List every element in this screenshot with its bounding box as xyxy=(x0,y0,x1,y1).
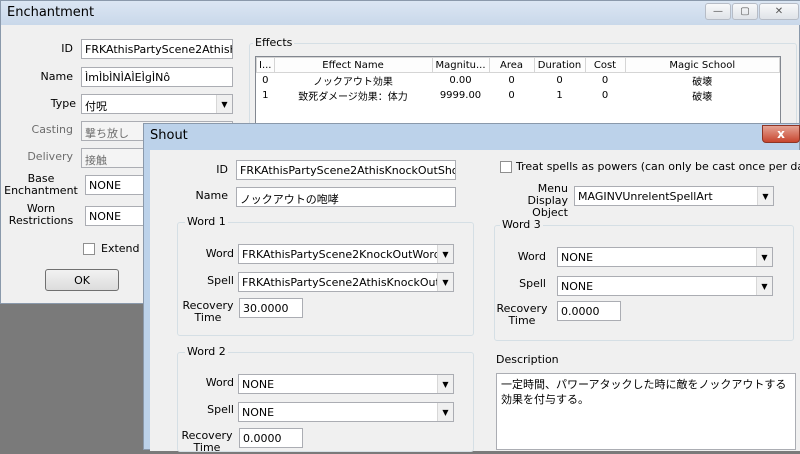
treat-spells-checkbox[interactable] xyxy=(500,161,512,173)
menu-display-label: Menu Display Object xyxy=(527,182,568,219)
word2-spell-select[interactable]: NONE ▼ xyxy=(238,402,454,422)
effect-name: 致死ダメージ効果：体力 xyxy=(298,92,408,103)
effects-table: I... Effect Name Magnitu... Area Duratio… xyxy=(256,57,780,103)
enchantment-name-label: Name xyxy=(40,70,73,83)
enchantment-worn-value: NONE xyxy=(89,210,122,223)
word3-title: Word 3 xyxy=(500,218,543,231)
table-row[interactable]: 0 ノックアウト効果 0.00 0 0 0 破壊 xyxy=(257,73,780,88)
effects-header-row: I... Effect Name Magnitu... Area Duratio… xyxy=(256,57,780,73)
menu-display-select[interactable]: MAGINVUnrelentSpellArt ▼ xyxy=(574,186,774,206)
word2-word-select[interactable]: NONE ▼ xyxy=(238,374,454,394)
word3-recovery-label: Recovery Time xyxy=(496,302,548,327)
shout-id-label: ID xyxy=(216,163,228,176)
effect-cost: 0 xyxy=(601,75,609,86)
word2-recovery-field[interactable]: 0.0000 xyxy=(239,428,303,448)
word2-spell-value: NONE xyxy=(242,406,275,419)
word3-spell-select[interactable]: NONE ▼ xyxy=(557,276,773,296)
word1-recovery-label: Recovery Time xyxy=(182,299,234,324)
enchantment-casting-label: Casting xyxy=(31,123,73,136)
column-header[interactable]: Magic School xyxy=(624,57,780,73)
enchantment-id-label: ID xyxy=(61,42,73,55)
enchantment-name-field[interactable]: ÌmÌbÌNÌAÌEÌgÌNô xyxy=(81,67,233,87)
word1-recovery-field[interactable]: 30.0000 xyxy=(239,298,303,318)
effect-area: 0 xyxy=(508,75,515,86)
enchantment-type-select[interactable]: 付呪 ▼ xyxy=(81,94,233,114)
menu-display-value: MAGINVUnrelentSpellArt xyxy=(578,190,713,203)
word1-word-value: FRKAthisPartyScene2KnockOutWord xyxy=(242,248,441,261)
effect-duration: 1 xyxy=(556,90,563,101)
word1-word-label: Word xyxy=(205,247,234,260)
enchantment-base-label: Base Enchantment xyxy=(4,172,78,197)
extend-duration-checkbox[interactable] xyxy=(83,243,95,255)
effect-duration: 0 xyxy=(556,75,563,86)
effects-list[interactable]: I... Effect Name Magnitu... Area Duratio… xyxy=(255,56,781,126)
word3-word-value: NONE xyxy=(561,251,594,264)
effect-area: 0 xyxy=(508,90,515,101)
column-header[interactable]: Duration xyxy=(533,57,586,73)
word2-word-value: NONE xyxy=(242,378,275,391)
word2-word-label: Word xyxy=(205,376,234,389)
enchantment-delivery-label: Delivery xyxy=(27,150,73,163)
enchantment-close-button[interactable]: ✕ xyxy=(759,3,799,20)
enchantment-worn-label: Worn Restrictions xyxy=(8,202,74,227)
column-header[interactable]: Magnitu... xyxy=(431,57,490,73)
shout-name-label: Name xyxy=(195,189,228,202)
shout-close-button[interactable]: x xyxy=(762,125,800,143)
effect-name: ノックアウト効果 xyxy=(313,77,393,88)
ok-button-label: OK xyxy=(74,273,90,287)
description-text: 一定時間、パワーアタックした時に敵をノックアウトする効果を付与する。 xyxy=(501,378,787,406)
close-icon: x xyxy=(777,127,785,141)
column-header[interactable]: Effect Name xyxy=(273,57,433,73)
effect-school: 破壊 xyxy=(692,92,713,103)
enchantment-base-value: NONE xyxy=(89,179,122,192)
enchantment-casting-value: 撃ち放し xyxy=(85,127,129,140)
shout-title: Shout xyxy=(150,128,188,143)
word1-spell-value: FRKAthisPartyScene2AthisKnockOutSpell xyxy=(242,276,454,289)
column-header[interactable]: I... xyxy=(256,57,275,73)
enchantment-type-value: 付呪 xyxy=(85,100,107,113)
chevron-down-icon: ▼ xyxy=(437,375,453,393)
word3-spell-label: Spell xyxy=(519,277,546,290)
word3-word-label: Word xyxy=(517,250,546,263)
maximize-button[interactable]: ▢ xyxy=(732,3,758,20)
minimize-button[interactable]: — xyxy=(705,3,731,20)
chevron-down-icon: ▼ xyxy=(756,277,772,295)
effect-index: 1 xyxy=(262,90,269,101)
effect-magnitude: 9999.00 xyxy=(439,90,482,101)
description-label: Description xyxy=(496,353,559,366)
shout-id-field[interactable]: FRKAthisPartyScene2AthisKnockOutShout xyxy=(236,160,456,180)
description-textarea[interactable]: 一定時間、パワーアタックした時に敵をノックアウトする効果を付与する。 xyxy=(496,373,796,450)
word1-title: Word 1 xyxy=(185,215,228,228)
word3-spell-value: NONE xyxy=(561,280,594,293)
word1-spell-label: Spell xyxy=(207,274,234,287)
chevron-down-icon: ▼ xyxy=(437,273,453,291)
chevron-down-icon: ▼ xyxy=(216,95,232,113)
enchantment-type-label: Type xyxy=(50,97,76,110)
word2-recovery-label: Recovery Time xyxy=(181,429,233,454)
word1-word-select[interactable]: FRKAthisPartyScene2KnockOutWord ▼ xyxy=(238,244,454,264)
word2-spell-label: Spell xyxy=(207,403,234,416)
effects-group-title: Effects xyxy=(253,36,295,49)
shout-name-field[interactable]: ノックアウトの咆哮 xyxy=(236,187,456,207)
column-header[interactable]: Area xyxy=(488,57,535,73)
chevron-down-icon: ▼ xyxy=(437,403,453,421)
effect-index: 0 xyxy=(262,75,269,86)
table-row[interactable]: 1 致死ダメージ効果：体力 9999.00 0 1 0 破壊 xyxy=(257,88,780,103)
column-header[interactable]: Cost xyxy=(584,57,626,73)
effect-cost: 0 xyxy=(601,90,609,101)
word2-title: Word 2 xyxy=(185,345,228,358)
chevron-down-icon: ▼ xyxy=(757,187,773,205)
chevron-down-icon: ▼ xyxy=(756,248,772,266)
enchantment-delivery-value: 接触 xyxy=(85,154,107,167)
effect-school: 破壊 xyxy=(692,77,713,88)
word3-recovery-field[interactable]: 0.0000 xyxy=(557,301,621,321)
chevron-down-icon: ▼ xyxy=(437,245,453,263)
effect-magnitude: 0.00 xyxy=(449,75,472,86)
word3-word-select[interactable]: NONE ▼ xyxy=(557,247,773,267)
treat-spells-label: Treat spells as powers (can only be cast… xyxy=(516,160,800,173)
ok-button[interactable]: OK xyxy=(45,269,119,291)
enchantment-id-field[interactable]: FRKAthisPartyScene2AthisKnockOutShoutEnc… xyxy=(81,39,233,59)
word1-spell-select[interactable]: FRKAthisPartyScene2AthisKnockOutSpell ▼ xyxy=(238,272,454,292)
enchantment-title: Enchantment xyxy=(7,5,95,20)
